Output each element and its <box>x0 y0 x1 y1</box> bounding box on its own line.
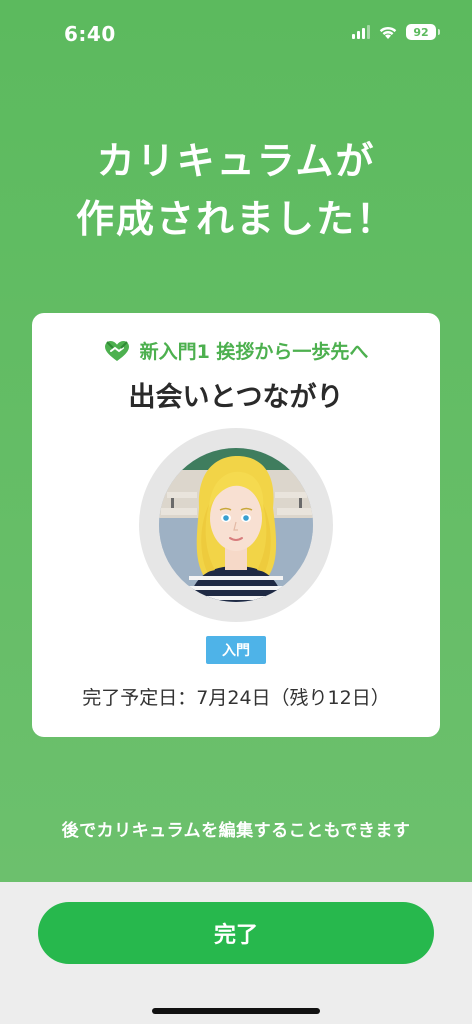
cellular-signal-icon <box>352 25 370 39</box>
battery-icon: 92 <box>406 24 440 40</box>
home-indicator[interactable] <box>152 1008 320 1014</box>
course-title: 出会いとつながり <box>128 382 344 413</box>
done-button[interactable]: 完了 <box>38 902 434 964</box>
status-bar: 6:40 92 <box>0 0 472 70</box>
course-label: 新入門1 挨拶から一歩先へ <box>139 341 369 363</box>
edit-note: 後でカリキュラムを編集することもできます <box>61 821 411 841</box>
level-badge: 入門 <box>206 636 266 664</box>
status-time: 6:40 <box>64 22 116 46</box>
due-date: 完了予定日：7月24日（残り12日） <box>82 687 390 709</box>
wifi-icon <box>379 26 397 39</box>
course-label-row: 新入門1 挨拶から一歩先へ <box>32 337 440 364</box>
title-line-2: 作成されました！ <box>75 197 396 241</box>
handshake-heart-icon <box>104 340 129 361</box>
title-line-1: カリキュラムが <box>96 139 376 183</box>
curriculum-card: 新入門1 挨拶から一歩先へ 出会いとつながり 入門 完了予定日：7月24日（残り… <box>32 313 440 737</box>
status-icons: 92 <box>352 24 440 40</box>
avatar <box>159 448 313 602</box>
page-title: カリキュラムが 作成されました！ <box>0 132 472 248</box>
